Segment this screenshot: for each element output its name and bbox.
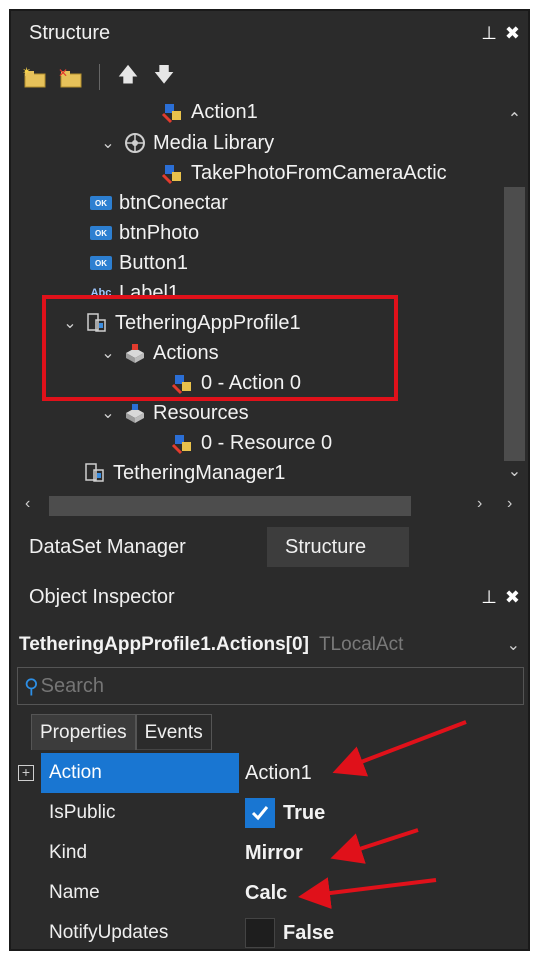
tree-node-label: Media Library [153, 131, 275, 154]
svg-text:✶: ✶ [22, 66, 31, 78]
tree-node-label: Resources [153, 401, 249, 424]
scroll-thumb[interactable] [504, 187, 525, 461]
chevron-down-icon[interactable]: ⌄ [99, 133, 117, 153]
pin-icon[interactable]: ⊥ [481, 23, 497, 44]
panel-tabs: DataSet Manager Structure [11, 527, 528, 567]
property-name: Name [49, 882, 100, 903]
tree-node-resource-0[interactable]: 0 - Resource 0 [171, 428, 332, 458]
search-input[interactable] [40, 674, 481, 698]
selected-object-type: TLocalAct [318, 634, 404, 655]
property-value: False [283, 921, 335, 944]
property-name: IsPublic [49, 802, 116, 823]
tree-node-tetheringmanager1[interactable]: TetheringManager1 [83, 458, 285, 488]
property-row-ispublic[interactable]: IsPublic True [11, 793, 528, 833]
object-inspector-title: Object Inspector ⊥ ✖ [11, 577, 528, 617]
tab-events[interactable]: Events [135, 714, 212, 750]
move-up-icon[interactable]: 🡅 [114, 63, 142, 91]
property-row-kind[interactable]: Kind Mirror [11, 833, 528, 873]
chevron-down-icon[interactable]: ⌄ [99, 403, 117, 423]
structure-panel-title: Structure ⊥ ✖ [11, 13, 528, 53]
ide-window: Structure ⊥ ✖ ✶ ✕ 🡅 🡇 Action1 ⌄ Media Li… [9, 9, 530, 951]
property-value-container: False [245, 918, 334, 948]
tree-node-label: TakePhotoFromCameraActic [191, 161, 447, 184]
svg-text:✕: ✕ [58, 66, 68, 80]
property-search-box[interactable]: ⚲ [17, 667, 524, 705]
property-row-name[interactable]: Name Calc [11, 873, 528, 913]
property-row-notifyupdates[interactable]: NotifyUpdates False [11, 913, 528, 949]
structure-title-text: Structure [29, 21, 111, 44]
tab-dataset-manager[interactable]: DataSet Manager [11, 527, 267, 567]
scroll-right-end-icon[interactable]: › [507, 495, 512, 513]
property-name: NotifyUpdates [49, 922, 169, 943]
tree-node-label: btnPhoto [119, 221, 200, 244]
tree-horizontal-scrollbar[interactable]: ‹ › › [11, 493, 528, 519]
action-icon [161, 100, 185, 124]
scroll-right-icon[interactable]: › [477, 495, 482, 513]
tree-node-label: 0 - Resource 0 [201, 431, 333, 454]
tree-node-media-library[interactable]: ⌄ Media Library [99, 128, 274, 158]
close-icon[interactable]: ✖ [505, 587, 520, 608]
property-row-action[interactable]: + Action Action1 [11, 753, 528, 793]
property-name: Kind [49, 842, 88, 863]
action-icon [161, 161, 185, 185]
structure-toolbar: ✶ ✕ 🡅 🡇 [21, 61, 178, 93]
delete-item-icon[interactable]: ✕ [57, 63, 85, 91]
tree-node-action1[interactable]: Action1 [161, 99, 258, 127]
close-icon[interactable]: ✖ [505, 23, 520, 44]
property-value[interactable]: Mirror [245, 842, 303, 865]
resource-icon [171, 431, 195, 455]
tree-node-resources[interactable]: ⌄ Resources [99, 398, 249, 428]
tree-vertical-scrollbar[interactable]: ⌃ ⌄ [501, 99, 528, 491]
tree-node-takephoto[interactable]: TakePhotoFromCameraActic [161, 158, 447, 188]
button-icon: OK [89, 221, 113, 245]
object-inspector-title-text: Object Inspector [29, 585, 175, 608]
tree-node-label: Button1 [119, 251, 188, 274]
checkbox-checked-icon[interactable] [245, 798, 275, 828]
tab-structure[interactable]: Structure [267, 527, 409, 567]
highlight-box [42, 295, 398, 401]
selected-object-combo[interactable]: TetheringAppProfile1.Actions[0] TLocalAc… [11, 629, 528, 661]
property-value[interactable]: Calc [245, 882, 287, 905]
tree-node-label: TetheringManager1 [113, 461, 286, 484]
tree-node-btnconectar[interactable]: OK btnConectar [89, 188, 228, 218]
pin-icon[interactable]: ⊥ [481, 587, 497, 608]
property-value[interactable]: Action1 [245, 762, 312, 785]
resources-folder-icon [123, 401, 147, 425]
tab-properties[interactable]: Properties [31, 714, 136, 750]
button-icon: OK [89, 191, 113, 215]
media-library-icon [123, 131, 147, 155]
scroll-left-icon[interactable]: ‹ [25, 495, 30, 513]
button-icon: OK [89, 251, 113, 275]
tree-node-label: btnConectar [119, 191, 228, 214]
tree-node-button1[interactable]: OK Button1 [89, 248, 188, 278]
expand-icon[interactable]: + [18, 765, 34, 781]
property-name: Action [41, 753, 239, 793]
move-down-icon[interactable]: 🡇 [150, 63, 178, 91]
add-item-icon[interactable]: ✶ [21, 63, 49, 91]
scroll-up-icon[interactable]: ⌃ [501, 109, 528, 129]
chevron-down-icon[interactable]: ⌄ [507, 635, 520, 655]
tree-node-btnphoto[interactable]: OK btnPhoto [89, 218, 199, 248]
search-icon: ⚲ [24, 675, 39, 698]
scroll-thumb[interactable] [49, 496, 411, 516]
scroll-down-icon[interactable]: ⌄ [501, 461, 528, 481]
tethering-manager-icon [83, 461, 107, 485]
inspector-tabs: Properties Events [31, 714, 212, 750]
property-value-container: True [245, 798, 325, 828]
toolbar-separator [99, 64, 100, 90]
selected-object-name: TetheringAppProfile1.Actions[0] [19, 634, 309, 655]
property-value: True [283, 801, 326, 824]
tree-node-label: Action1 [191, 100, 258, 123]
checkbox-unchecked-icon[interactable] [245, 918, 275, 948]
